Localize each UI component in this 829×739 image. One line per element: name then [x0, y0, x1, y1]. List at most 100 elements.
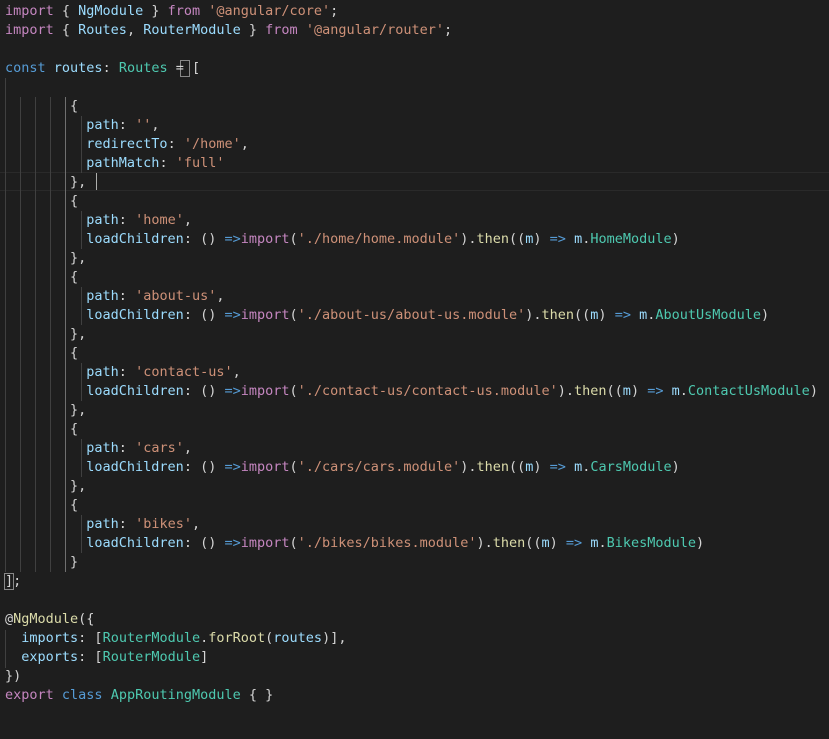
code-token: ((: [574, 307, 591, 323]
code-line[interactable]: {: [5, 496, 78, 515]
current-line-highlight: [0, 172, 829, 191]
code-line[interactable]: },: [5, 173, 86, 192]
code-token: path: [86, 117, 119, 133]
code-line[interactable]: {: [5, 192, 78, 211]
text-cursor: [96, 173, 97, 190]
code-token: HomeModule: [590, 231, 672, 247]
code-token: ,: [232, 364, 241, 380]
code-token: loadChildren: [86, 307, 184, 323]
code-token: =>: [224, 383, 241, 399]
code-token: [: [192, 60, 201, 76]
code-token: {: [5, 193, 79, 209]
code-token: {: [5, 269, 79, 285]
code-token: ): [671, 231, 680, 247]
code-token: loadChildren: [86, 383, 184, 399]
code-token: ,: [126, 22, 144, 38]
code-token: then: [541, 307, 575, 323]
code-line[interactable]: loadChildren: () =>import('./about-us/ab…: [5, 306, 769, 325]
code-line[interactable]: loadChildren: () =>import('./bikes/bikes…: [5, 534, 704, 553]
code-line[interactable]: },: [5, 477, 86, 496]
code-token: { }: [240, 687, 274, 703]
code-token: import: [240, 383, 290, 399]
code-token: './bikes/bikes.module': [297, 535, 477, 551]
code-token: 'about-us': [135, 288, 217, 304]
code-token: (: [289, 459, 298, 475]
code-line[interactable]: imports: [RouterModule.forRoot(routes)],: [5, 629, 346, 648]
code-line[interactable]: {: [5, 268, 78, 287]
code-line[interactable]: import { NgModule } from '@angular/core'…: [5, 2, 338, 21]
code-token: : (): [183, 231, 225, 247]
code-token: : [: [78, 649, 103, 665]
code-token: }: [240, 22, 266, 38]
code-token: ((: [525, 535, 542, 551]
code-line[interactable]: exports: [RouterModule]: [5, 648, 208, 667]
code-line[interactable]: path: 'contact-us',: [5, 363, 241, 382]
code-token: loadChildren: [86, 535, 184, 551]
code-token: './about-us/about-us.module': [297, 307, 526, 323]
code-token: },: [5, 250, 87, 266]
code-line[interactable]: loadChildren: () =>import('./contact-us/…: [5, 382, 818, 401]
code-token: const: [5, 60, 46, 76]
code-line[interactable]: }): [5, 667, 21, 686]
code-token: {: [5, 98, 79, 114]
code-token: ((: [509, 231, 526, 247]
code-token: m: [541, 535, 550, 551]
code-token: : (): [183, 307, 225, 323]
code-line[interactable]: redirectTo: '/home',: [5, 135, 249, 154]
code-token: ): [671, 459, 680, 475]
code-line[interactable]: import { Routes, RouterModule } from '@a…: [5, 21, 452, 40]
code-token: import: [240, 307, 290, 323]
code-line[interactable]: const routes: Routes = [: [5, 59, 200, 78]
code-line[interactable]: loadChildren: () =>import('./home/home.m…: [5, 230, 680, 249]
code-token: : (): [183, 383, 225, 399]
code-token: :: [118, 440, 136, 456]
code-line[interactable]: export class AppRoutingModule { }: [5, 686, 273, 705]
code-line[interactable]: {: [5, 344, 78, 363]
code-token: m: [574, 459, 583, 475]
code-line[interactable]: path: 'cars',: [5, 439, 192, 458]
code-line[interactable]: {: [5, 97, 78, 116]
code-line[interactable]: pathMatch: 'full': [5, 154, 224, 173]
code-token: loadChildren: [86, 231, 184, 247]
code-token: RouterModule: [102, 630, 201, 646]
code-token: routes: [53, 60, 103, 76]
code-line[interactable]: },: [5, 249, 86, 268]
code-token: :: [118, 117, 136, 133]
code-line[interactable]: {: [5, 420, 78, 439]
code-token: ): [696, 535, 705, 551]
code-token: }: [5, 554, 79, 570]
code-line[interactable]: },: [5, 325, 86, 344]
code-line[interactable]: },: [5, 401, 86, 420]
code-line[interactable]: path: 'home',: [5, 211, 192, 230]
code-token: './home/home.module': [297, 231, 461, 247]
code-line[interactable]: path: '',: [5, 116, 159, 135]
code-token: .: [598, 535, 607, 551]
code-token: (: [289, 535, 298, 551]
code-line[interactable]: path: 'bikes',: [5, 515, 200, 534]
code-token: ;: [330, 3, 339, 19]
code-line[interactable]: }: [5, 553, 78, 572]
code-token: ).: [525, 307, 542, 323]
code-token: ): [549, 535, 566, 551]
code-token: :: [167, 136, 184, 152]
code-token: ): [533, 231, 550, 247]
code-token: import: [5, 22, 54, 38]
code-line[interactable]: loadChildren: () =>import('./cars/cars.m…: [5, 458, 680, 477]
code-line[interactable]: ];: [5, 572, 21, 591]
code-token: },: [5, 174, 87, 190]
code-token: : (): [183, 535, 225, 551]
code-token: CarsModule: [590, 459, 672, 475]
code-token: ({: [78, 611, 95, 627]
code-line[interactable]: @NgModule({: [5, 610, 94, 629]
code-editor[interactable]: import { NgModule } from '@angular/core'…: [0, 0, 829, 739]
code-token: forRoot: [208, 630, 266, 646]
code-line[interactable]: path: 'about-us',: [5, 287, 224, 306]
code-token: }: [143, 3, 168, 19]
code-token: import: [240, 231, 290, 247]
code-token: pathMatch: [86, 155, 160, 171]
code-token: ): [761, 307, 770, 323]
